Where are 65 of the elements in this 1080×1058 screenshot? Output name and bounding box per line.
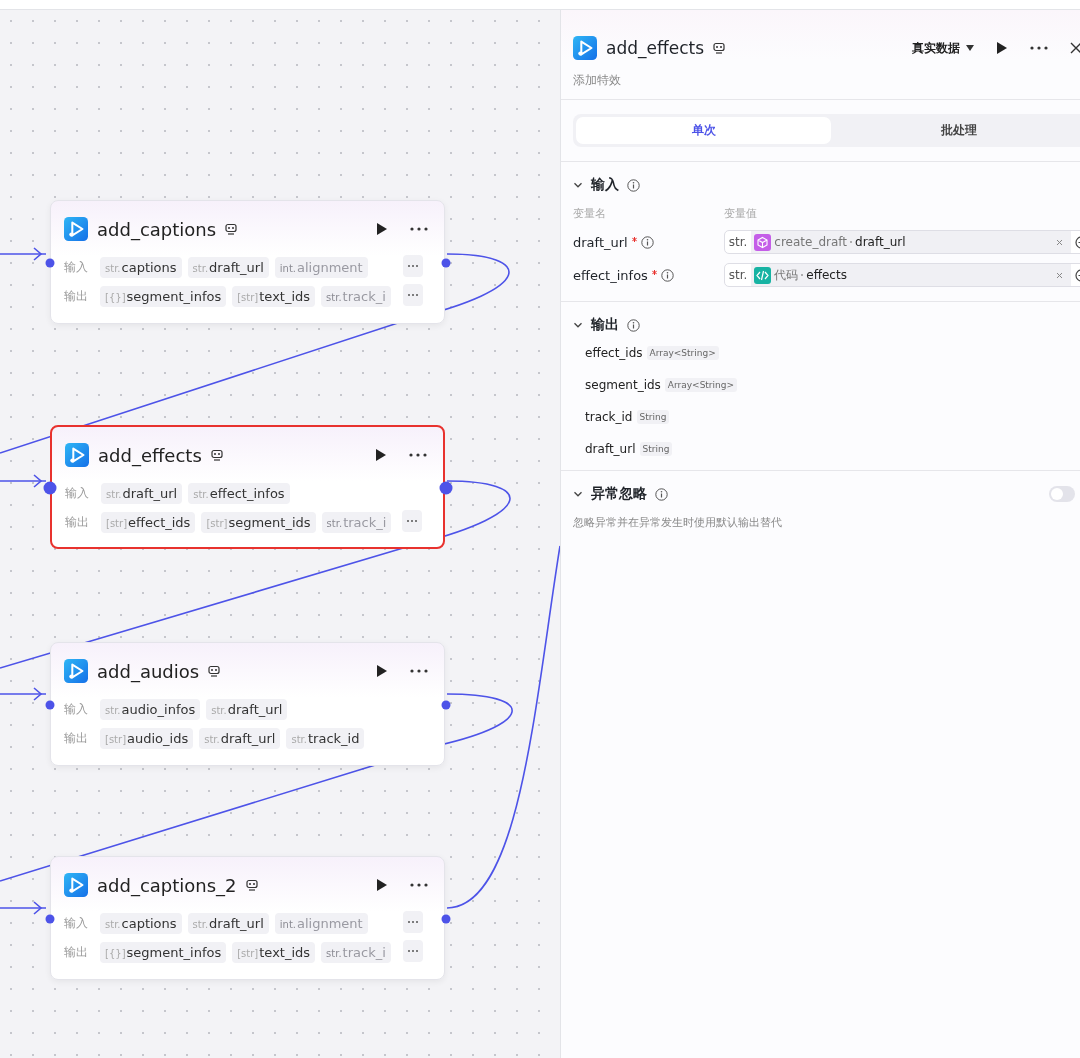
type-tag: Array<String> (646, 346, 719, 360)
node-title: add_captions (97, 218, 217, 240)
section-title: 输出 (591, 316, 619, 334)
variable-value: draft_url (855, 235, 906, 249)
panel-title: add_effects (606, 38, 704, 58)
variable-value: effects (806, 268, 847, 282)
row-label: 输入 (65, 484, 90, 502)
param-chip: str.effect_infos (188, 482, 290, 504)
node-title: add_audios (97, 660, 200, 682)
param-name: draft_url (573, 234, 628, 250)
source-node-name: 代码 (774, 266, 799, 284)
row-label: 输出 (64, 729, 89, 747)
param-chip: str.audio_infos (100, 698, 201, 720)
param-chip: str.draft_url (206, 698, 288, 720)
row-label: 输入 (64, 914, 89, 932)
param-chip: str.captions (100, 912, 182, 934)
param-chip: str.draft_url (101, 482, 183, 504)
output-name: segment_ids (585, 378, 661, 392)
row-label: 输入 (64, 258, 89, 276)
param-chip: [{}]segment_infos (100, 285, 227, 307)
param-chip: str.draft_url (187, 256, 269, 278)
data-mode-dropdown[interactable]: 真实数据 (912, 39, 974, 57)
param-chip: [str]text_ids (232, 285, 316, 307)
node-title: add_effects (98, 444, 202, 466)
param-chip: str.draft_url (199, 727, 281, 749)
type-tag: String (636, 410, 670, 424)
row-label: 输出 (64, 943, 89, 961)
section-title: 异常忽略 (591, 485, 647, 503)
workflow-node[interactable]: add_captions_2 输入 str.captions str.draft_url int.alignment 输出 [{}]segment_infos [str]text_ids str.track_i (50, 856, 445, 980)
output-name: draft_url (585, 442, 636, 456)
param-chip: str.track_i (321, 941, 391, 963)
param-chip: str.track_i (321, 511, 392, 533)
param-chip: int.alignment (274, 912, 368, 934)
column-header: 变量值 (724, 206, 757, 221)
section-title: 输入 (591, 176, 619, 194)
param-chip: str.track_id (286, 727, 365, 749)
param-chip: int.alignment (274, 256, 368, 278)
column-header: 变量名 (573, 206, 607, 221)
mode-tab[interactable]: 批处理 (831, 117, 1080, 144)
type-tag: Array<String> (664, 378, 738, 392)
row-label: 输出 (65, 513, 90, 531)
variable-field[interactable]: str. 代码 effects (723, 263, 1080, 287)
mode-tab[interactable]: 单次 (576, 117, 831, 144)
panel-subtitle: 添加特效 (572, 72, 622, 89)
param-chip: [str]effect_ids (101, 511, 196, 533)
param-chip: [str]segment_ids (201, 511, 316, 533)
type-tag: String (639, 442, 673, 456)
workflow-node[interactable]: add_audios 输入 str.audio_infos str.draft_url 输出 [str]audio_ids str.draft_url str.track_id (50, 642, 445, 766)
param-chip: str.draft_url (187, 912, 269, 934)
row-label: 输入 (64, 700, 89, 718)
param-chip: str.track_i (321, 285, 391, 307)
section-description: 忽略异常并在异常发生时使用默认输出替代 (573, 515, 783, 530)
param-chip: [str]text_ids (232, 941, 316, 963)
source-node-name: create_draft (774, 235, 848, 249)
param-chip: [str]audio_ids (100, 727, 194, 749)
workflow-node[interactable]: add_effects 输入 str.draft_url str.effect_infos 输出 [str]effect_ids [str]segment_ids str.track_i (50, 425, 445, 549)
param-name: effect_infos (573, 267, 648, 283)
output-name: track_id (585, 410, 633, 424)
row-label: 输出 (64, 287, 89, 305)
param-chip: str.captions (100, 256, 182, 278)
node-title: add_captions_2 (97, 874, 237, 896)
param-chip: [{}]segment_infos (100, 941, 227, 963)
workflow-node[interactable]: add_captions 输入 str.captions str.draft_url int.alignment 输出 [{}]segment_infos [str]text_ids str.track_i (50, 200, 445, 324)
output-name: effect_ids (585, 346, 643, 360)
variable-field[interactable]: str. create_draft draft_url (723, 230, 1080, 254)
